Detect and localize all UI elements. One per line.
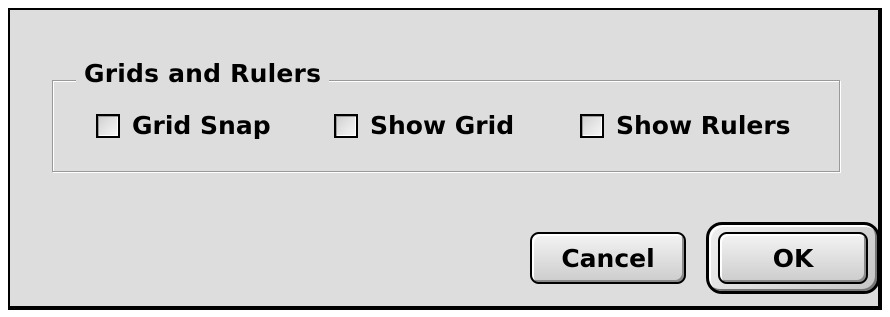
ok-button[interactable]: OK <box>718 232 868 284</box>
cancel-button[interactable]: Cancel <box>530 232 686 284</box>
grid-snap-checkbox-box[interactable] <box>96 114 120 138</box>
show-rulers-checkbox[interactable]: Show Rulers <box>580 110 791 142</box>
show-rulers-label[interactable]: Show Rulers <box>616 110 791 142</box>
grid-snap-checkbox[interactable]: Grid Snap <box>96 110 271 142</box>
show-grid-checkbox-box[interactable] <box>334 114 358 138</box>
show-grid-checkbox[interactable]: Show Grid <box>334 110 514 142</box>
group-title: Grids and Rulers <box>76 58 330 90</box>
show-rulers-checkbox-box[interactable] <box>580 114 604 138</box>
show-grid-label[interactable]: Show Grid <box>370 110 514 142</box>
grid-snap-label[interactable]: Grid Snap <box>132 110 271 142</box>
